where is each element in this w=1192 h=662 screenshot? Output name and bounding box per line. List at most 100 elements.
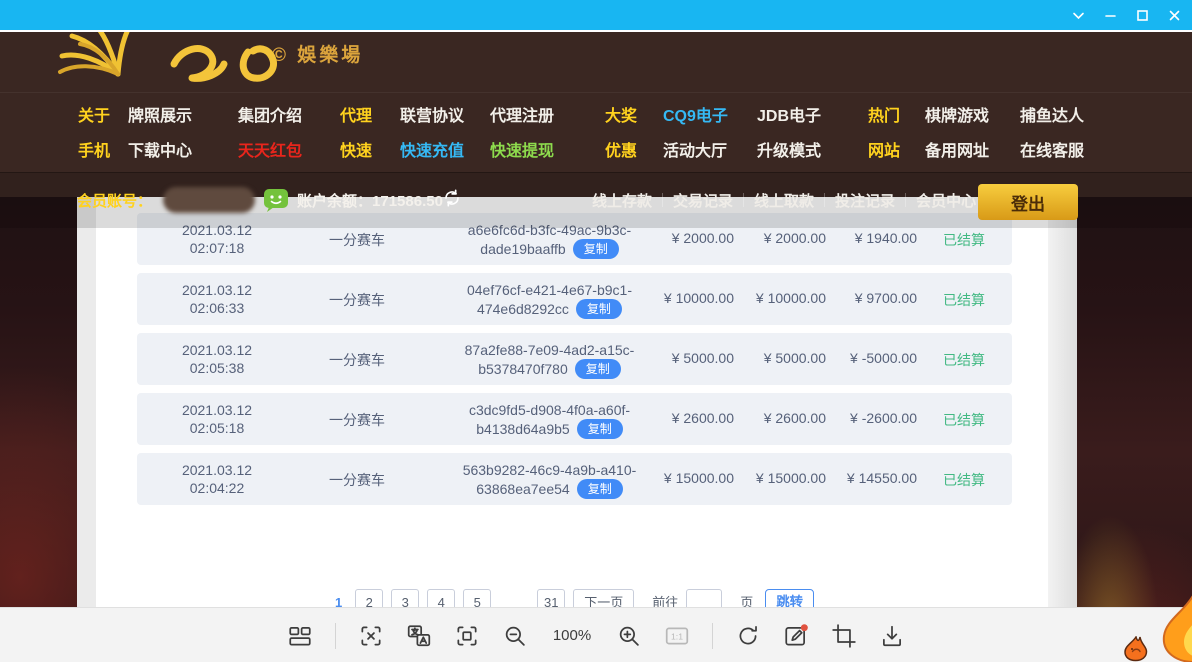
bet-date: 2021.03.12 (142, 341, 292, 359)
page-button[interactable]: 3 (391, 589, 419, 607)
maximize-icon[interactable] (1135, 8, 1150, 23)
page-gutter-left (77, 197, 96, 607)
nav-link[interactable]: 快速充值 (400, 137, 464, 161)
zoom-out-icon[interactable] (502, 623, 528, 649)
status-badge: 已结算 (943, 410, 985, 430)
nav-link[interactable]: 下载中心 (128, 137, 192, 161)
bet-game: 一分赛车 (287, 470, 427, 490)
nav-link[interactable]: 在线客服 (1020, 137, 1084, 161)
balance: 账户余额：171586.50 (297, 190, 443, 211)
chevron-down-icon[interactable] (1071, 8, 1086, 23)
member-link[interactable]: 交易记录 (673, 190, 733, 211)
bet-time: 02:05:18 (142, 419, 292, 437)
fit-screen-icon[interactable] (454, 623, 480, 649)
bet-game: 一分赛车 (287, 290, 427, 310)
status-badge: 已结算 (943, 230, 985, 250)
actual-size-icon: 1:1 (664, 623, 690, 649)
member-link[interactable]: 投注记录 (835, 190, 895, 211)
layout-grid-icon[interactable] (287, 623, 313, 649)
nav-category[interactable]: 代理 (340, 102, 372, 126)
toolbar-divider (712, 623, 713, 649)
member-link[interactable]: 线上存款 (592, 190, 652, 211)
edit-icon[interactable] (783, 623, 809, 649)
bet-datetime: 2021.03.1202:06:33 (142, 281, 292, 317)
nav-link[interactable]: CQ9电子 (663, 102, 728, 126)
main-nav: 关于牌照展示 集团介绍 代理 联营协议 代理注册 大奖 CQ9电子 JDB电子 热门 棋牌游戏 捕鱼… (0, 92, 1192, 173)
page-button-last[interactable]: 31 (537, 589, 565, 607)
pagination: 1234531下一页前往页跳转 (96, 589, 1048, 607)
save-icon[interactable] (879, 623, 905, 649)
nav-link[interactable]: 备用网址 (925, 137, 989, 161)
viewer-toolbar: 100% 1:1 (0, 607, 1192, 662)
nav-link[interactable]: 棋牌游戏 (925, 102, 989, 126)
page-button[interactable]: 2 (355, 589, 383, 607)
content-page: 2021.03.1202:07:18一分赛车a6e6fc6d-b3fc-49ac… (96, 197, 1048, 607)
page-suffix-label: 页 (740, 589, 753, 607)
bet-winloss: ¥ -2600.00 (797, 410, 917, 426)
nav-link[interactable]: 集团介绍 (238, 102, 302, 126)
jump-button[interactable]: 跳转 (765, 589, 814, 607)
window-titlebar (0, 0, 1192, 32)
logout-button[interactable]: 登出 (978, 184, 1078, 220)
nav-category[interactable]: 大奖 (605, 102, 637, 126)
bet-id-line2-text: 63868ea7ee54 (476, 480, 569, 498)
nav-link[interactable]: 升级模式 (757, 137, 821, 161)
nav-category[interactable]: 手机 (78, 137, 110, 161)
balance-label: 账户余额： (297, 193, 372, 210)
member-bar: 会员账号： 账户余额：171586.50 线上存款交易记录线上取款投注记录会员中… (0, 172, 1192, 228)
bet-datetime: 2021.03.1202:05:38 (142, 341, 292, 377)
table-row: 2021.03.1202:05:38一分赛车87a2fe88-7e09-4ad2… (137, 333, 1012, 385)
bet-date: 2021.03.12 (142, 401, 292, 419)
toolbar-divider (335, 623, 336, 649)
zoom-level-label: 100% (550, 627, 594, 644)
bet-time: 02:04:22 (142, 479, 292, 497)
page-jump-input[interactable] (686, 589, 722, 607)
bet-id-line2-text: 474e6d8292cc (477, 300, 569, 318)
nav-link[interactable]: JDB电子 (757, 102, 821, 126)
translate-icon[interactable] (406, 623, 432, 649)
bet-date: 2021.03.12 (142, 461, 292, 479)
member-link[interactable]: 线上取款 (754, 190, 814, 211)
refresh-balance-icon[interactable] (441, 187, 463, 209)
status-badge: 已结算 (943, 290, 985, 310)
crop-icon[interactable] (831, 623, 857, 649)
nav-category[interactable]: 网站 (868, 137, 900, 161)
page-button[interactable]: 5 (463, 589, 491, 607)
nav-category[interactable]: 关于 (78, 102, 110, 126)
nav-link[interactable]: 天天红包 (238, 137, 302, 161)
link-divider (743, 193, 744, 207)
close-icon[interactable] (1167, 8, 1182, 23)
next-page-button[interactable]: 下一页 (573, 589, 634, 607)
nav-link[interactable]: 捕鱼达人 (1020, 102, 1084, 126)
chat-icon[interactable] (263, 187, 289, 213)
bet-winloss: ¥ 1940.00 (797, 230, 917, 246)
nav-row-1: 关于牌照展示 集团介绍 代理 联营协议 代理注册 大奖 CQ9电子 JDB电子 热门 棋牌游戏 捕鱼… (0, 102, 1192, 126)
site-logo (56, 30, 326, 76)
bet-id-line2-text: b4138d64a9b5 (476, 420, 569, 438)
nav-link[interactable]: 联营协议 (400, 102, 464, 126)
bet-datetime: 2021.03.1202:04:22 (142, 461, 292, 497)
page-button-active[interactable]: 1 (330, 589, 347, 607)
nav-link[interactable]: 活动大厅 (663, 137, 727, 161)
link-divider (662, 193, 663, 207)
page-gutter-right[interactable] (1048, 197, 1077, 607)
nav-category[interactable]: 优惠 (605, 137, 637, 161)
ocr-icon[interactable] (358, 623, 384, 649)
minimize-icon[interactable] (1103, 8, 1118, 23)
zoom-in-icon[interactable] (616, 623, 642, 649)
bet-game: 一分赛车 (287, 350, 427, 370)
nav-link[interactable]: 代理注册 (490, 102, 554, 126)
bet-time: 02:05:38 (142, 359, 292, 377)
nav-category[interactable]: 快速 (340, 137, 372, 161)
rotate-icon[interactable] (735, 623, 761, 649)
account-label: 会员账号： (77, 190, 152, 211)
site-header: © 娛樂場 关于牌照展示集团介绍代理联营协议代理注册大奖CQ9电子JDB电子热门… (0, 30, 1192, 197)
bet-time: 02:07:18 (142, 239, 292, 257)
bet-game: 一分赛车 (287, 230, 427, 250)
window-controls (1071, 0, 1182, 30)
member-link[interactable]: 会员中心 (916, 190, 976, 211)
nav-link[interactable]: 快速提现 (490, 137, 554, 161)
page-button[interactable]: 4 (427, 589, 455, 607)
nav-link[interactable]: 牌照展示 (128, 102, 192, 126)
nav-category[interactable]: 热门 (868, 102, 900, 126)
